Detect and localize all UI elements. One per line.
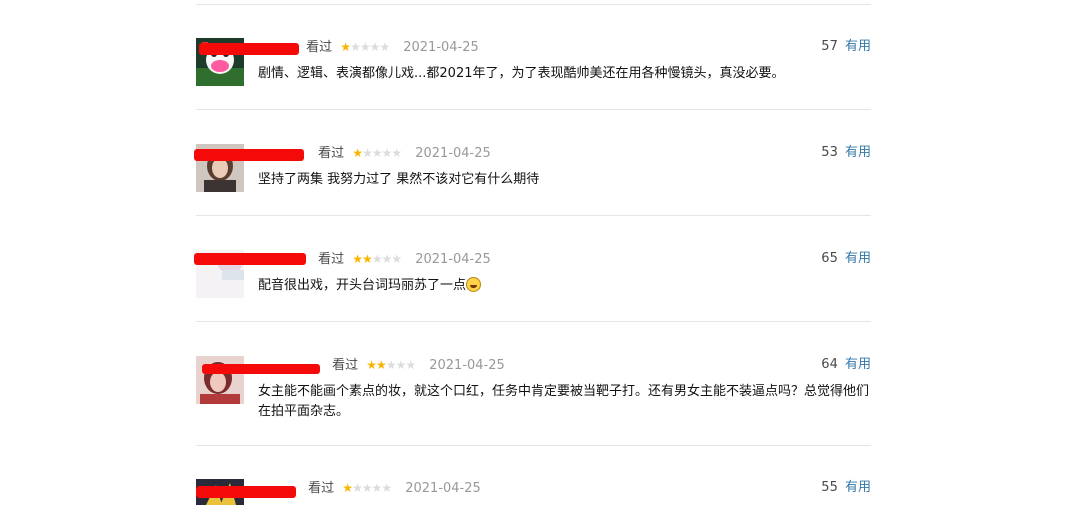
- watch-status: 看过: [318, 252, 345, 267]
- rating-stars: ★★★★★: [340, 40, 390, 54]
- comment-date: 2021-04-25: [415, 252, 491, 267]
- comment-meta: 看过 ★★★★★ 2021-04-25: [258, 38, 479, 56]
- vote-count: 53: [821, 145, 838, 160]
- useful-button[interactable]: 有用: [845, 480, 871, 495]
- vote-area: 65 有用: [821, 250, 871, 268]
- vote-area: 55 有用: [821, 479, 871, 497]
- laughing-emoji-icon: [466, 277, 482, 292]
- watch-status: 看过: [318, 146, 345, 161]
- comment-item: 看过 ★★★★★ 2021-04-25 55 有用: [196, 479, 871, 505]
- rating-stars: ★★★★★: [352, 252, 402, 266]
- comment-item: 看过 ★★★★★ 2021-04-25 64 有用 女主能不能画个素点的妆，就这…: [196, 356, 871, 446]
- divider: [196, 445, 871, 446]
- comment-text: 坚持了两集 我努力过了 果然不该对它有什么期待: [258, 172, 540, 187]
- useful-button[interactable]: 有用: [845, 145, 871, 160]
- rating-stars: ★★★★★: [352, 146, 402, 160]
- comment-meta: 看过 ★★★★★ 2021-04-25: [258, 356, 505, 374]
- vote-count: 57: [821, 39, 838, 54]
- comment-meta: 看过 ★★★★★ 2021-04-25: [258, 250, 491, 268]
- rating-stars: ★★★★★: [366, 358, 416, 372]
- divider: [196, 215, 871, 216]
- vote-area: 53 有用: [821, 144, 871, 162]
- comment-meta: 看过 ★★★★★ 2021-04-25: [258, 144, 491, 162]
- useful-button[interactable]: 有用: [845, 357, 871, 372]
- list-top-divider: [196, 4, 871, 5]
- divider: [196, 109, 871, 110]
- comment-item: 看过 ★★★★★ 2021-04-25 57 有用 剧情、逻辑、表演都像儿戏..…: [196, 38, 871, 110]
- useful-button[interactable]: 有用: [845, 39, 871, 54]
- rating-stars: ★★★★★: [342, 481, 392, 495]
- watch-status: 看过: [308, 481, 335, 496]
- comment-date: 2021-04-25: [429, 358, 505, 373]
- comment-meta: 看过 ★★★★★ 2021-04-25: [258, 479, 481, 497]
- comment-text: 配音很出戏，开头台词玛丽苏了一点: [258, 278, 467, 293]
- comment-item: 看过 ★★★★★ 2021-04-25 53 有用 坚持了两集 我努力过了 果然…: [194, 144, 871, 216]
- vote-area: 57 有用: [821, 38, 871, 56]
- vote-count: 55: [821, 480, 838, 495]
- watch-status: 看过: [332, 358, 359, 373]
- comment-date: 2021-04-25: [405, 481, 481, 496]
- vote-area: 64 有用: [821, 356, 871, 374]
- comment-date: 2021-04-25: [415, 146, 491, 161]
- vote-count: 65: [821, 251, 838, 266]
- vote-count: 64: [821, 357, 838, 372]
- useful-button[interactable]: 有用: [845, 251, 871, 266]
- divider: [196, 321, 871, 322]
- comment-body: 配音很出戏，开头台词玛丽苏了一点: [258, 276, 871, 296]
- comment-text: 女主能不能画个素点的妆，就这个口红，任务中肯定要被当靶子打。还有男女主能不装逼点…: [258, 384, 870, 419]
- comment-item: 看过 ★★★★★ 2021-04-25 65 有用 配音很出戏，开头台词玛丽苏了…: [194, 250, 871, 322]
- comment-text: 剧情、逻辑、表演都像儿戏...都2021年了，为了表现酷帅美还在用各种慢镜头，真…: [258, 66, 785, 81]
- comment-date: 2021-04-25: [403, 40, 479, 55]
- watch-status: 看过: [306, 40, 333, 55]
